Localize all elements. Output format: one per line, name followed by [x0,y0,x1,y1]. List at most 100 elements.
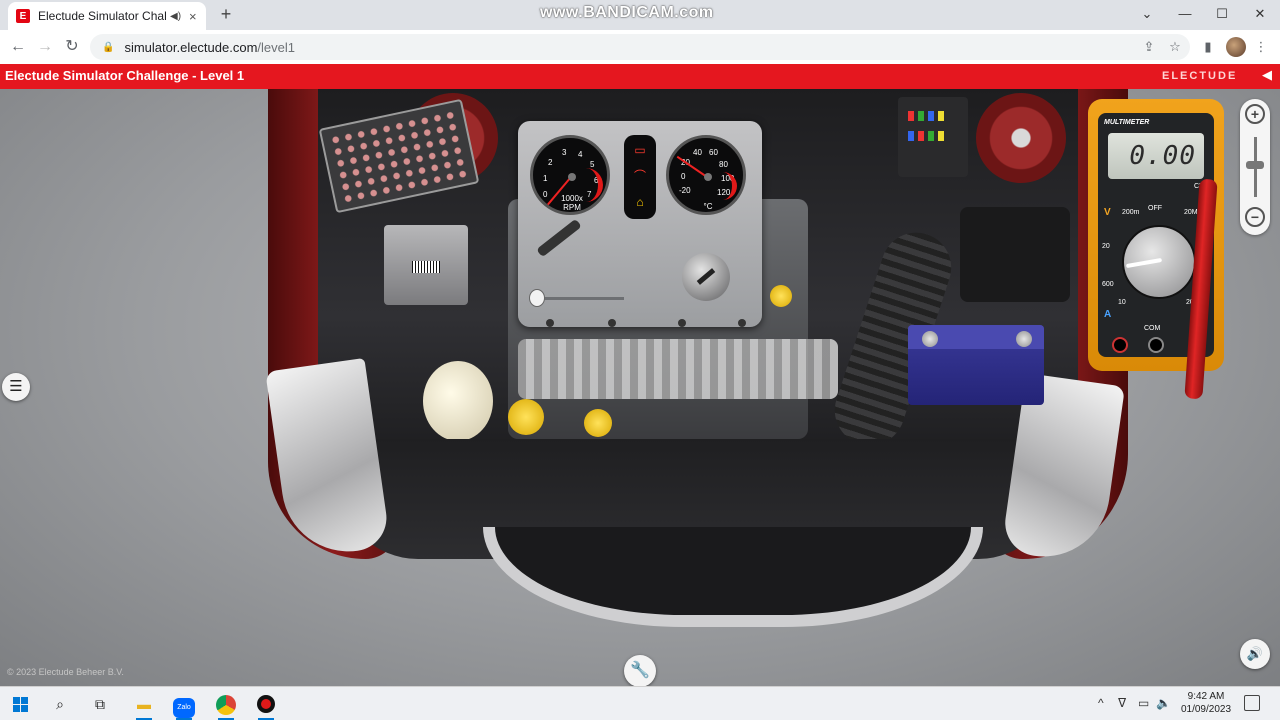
oil-pressure-warning-icon: ⌒ [633,169,646,183]
url-host: simulator.electude.com [124,39,258,55]
address-bar[interactable]: 🔒 simulator.electude.com/level1 [90,34,1190,60]
windows-taskbar: ⌕ ⧉ ▬ Zalo ^ ᐁ ▭ 🔈 9:42 AM 01/09/2023 [0,686,1280,720]
zoom-out-button[interactable]: − [1245,207,1265,227]
engine-bay-scene: 0 1 2 3 4 5 6 7 1000x RPM ▭ ⌒ ⌂ -20 0 40… [0,89,1280,686]
window-close-button[interactable]: ✕ [1249,4,1271,24]
car-battery[interactable] [908,325,1044,405]
hamburger-menu-icon[interactable]: ☰ [2,373,30,401]
multimeter-title: MULTIMETER [1104,119,1150,126]
rpm-unit-label: 1000x RPM [561,194,583,212]
speaker-icon[interactable]: ◀) [170,11,181,22]
knob-indicator [696,268,716,285]
washer-fluid-cap[interactable] [508,399,544,435]
browser-toolbar: ← → ↻ 🔒 simulator.electude.com/level1 ⇪ … [0,30,1280,64]
collapse-panel-button[interactable]: ◀ [1262,67,1272,83]
multimeter-selector-dial[interactable] [1122,225,1196,299]
panel-bolt [738,319,746,327]
zoom-slider-handle[interactable] [1246,161,1264,169]
forward-button[interactable]: → [34,36,56,58]
com-jack-label: COM [1144,325,1161,332]
share-icon[interactable]: ⇪ [1140,38,1158,56]
minimize-button[interactable]: — [1174,4,1196,24]
bandicam-record-icon[interactable] [252,692,280,720]
temperature-gauge: -20 0 20 40 60 80 100 120 °C [666,135,746,215]
coolant-reservoir[interactable] [423,361,493,441]
com-jack[interactable] [1148,337,1164,353]
notification-center-icon[interactable] [1244,695,1260,711]
oil-dipstick-cap[interactable] [584,409,612,437]
wiper-stalk[interactable] [536,218,582,258]
light-switch-knob[interactable] [682,253,730,301]
copyright-notice: © 2023 Electude Beheer B.V. [7,667,124,677]
panel-bolt [678,319,686,327]
profile-avatar[interactable] [1226,37,1246,57]
bandicam-watermark: www.BANDICAM.com [540,4,714,21]
tab-title: Electude Simulator Challenge - Level 1 [38,9,166,23]
browser-tab[interactable]: E Electude Simulator Challenge - Level 1… [8,2,206,30]
battery-warning-icon: ▭ [634,143,646,157]
lock-icon[interactable]: 🔒 [102,42,114,53]
battery-negative-terminal[interactable] [922,331,938,347]
chrome-icon[interactable] [212,692,240,720]
rpm-needle-hub [568,173,576,181]
oil-filler-cap[interactable] [770,285,792,307]
sound-toggle-icon[interactable]: 🔊 [1240,639,1270,669]
back-button[interactable]: ← [7,36,29,58]
reload-button[interactable]: ↻ [61,36,83,58]
check-engine-icon: ⌂ [636,195,644,209]
warning-lights-panel: ▭ ⌒ ⌂ [624,135,656,219]
multimeter-display: 0.00 [1108,133,1204,179]
dial-pointer [1125,257,1163,269]
electude-logo: ELECTUDE [1162,70,1238,82]
amp-jack[interactable] [1112,337,1128,353]
instrument-panel: 0 1 2 3 4 5 6 7 1000x RPM ▭ ⌒ ⌂ -20 0 40… [518,121,762,327]
clock-date: 01/09/2023 [1180,704,1232,715]
temp-needle-hub [704,173,712,181]
side-panel-icon[interactable]: ▮ [1199,38,1217,56]
tray-chevron-icon[interactable]: ^ [1098,696,1104,710]
volt-range-label: V [1104,207,1111,218]
panel-bolt [608,319,616,327]
engine-control-unit[interactable] [384,225,468,305]
search-icon[interactable]: ⌕ [46,692,74,716]
ecu-barcode [412,261,440,273]
clock-time: 9:42 AM [1187,691,1225,702]
battery-positive-terminal[interactable] [1016,331,1032,347]
fuse-box[interactable] [898,97,968,177]
simulator-page: Electude Simulator Challenge - Level 1 E… [0,64,1280,686]
multimeter-reading: 0.00 [1129,141,1196,171]
task-view-icon[interactable]: ⧉ [86,692,114,716]
battery-icon[interactable]: ▭ [1138,696,1149,710]
bookmark-star-icon[interactable]: ☆ [1166,38,1184,56]
file-explorer-icon[interactable]: ▬ [130,692,158,720]
network-icon[interactable]: ᐁ [1118,696,1126,710]
right-strut-mount [976,93,1066,183]
app-header-bar: Electude Simulator Challenge - Level 1 E… [0,64,1280,89]
new-tab-button[interactable]: + [216,4,236,24]
system-clock[interactable]: 9:42 AM 01/09/2023 [1176,690,1236,716]
zoom-in-button[interactable]: + [1245,104,1265,124]
browser-menu-icon[interactable]: ⋮ [1252,38,1270,56]
off-label: OFF [1148,205,1162,212]
dimmer-slider[interactable] [529,289,624,307]
panel-bolt [546,319,554,327]
windows-start-icon[interactable] [6,692,34,716]
zalo-icon[interactable]: Zalo [170,692,198,720]
dimmer-slider-handle[interactable] [529,289,545,307]
app-title: Electude Simulator Challenge - Level 1 [5,68,245,83]
electude-favicon-icon: E [16,9,30,23]
temp-unit-label: °C [703,202,713,211]
volume-icon[interactable]: 🔈 [1156,696,1171,710]
lower-grille [483,527,983,627]
wrench-icon[interactable]: 🔧 [624,655,656,686]
maximize-button[interactable]: ☐ [1211,4,1233,24]
tachometer-gauge: 0 1 2 3 4 5 6 7 1000x RPM [530,135,610,215]
amp-range-label: A [1104,309,1112,320]
zoom-control: + − [1240,99,1270,235]
intake-manifold [518,339,838,399]
tab-close-button[interactable]: × [189,9,197,24]
url-path: /level1 [257,39,295,55]
tab-search-dropdown-button[interactable]: ⌄ [1136,4,1158,24]
browser-tab-strip: E Electude Simulator Challenge - Level 1… [0,0,1280,30]
air-filter-box [960,207,1070,302]
